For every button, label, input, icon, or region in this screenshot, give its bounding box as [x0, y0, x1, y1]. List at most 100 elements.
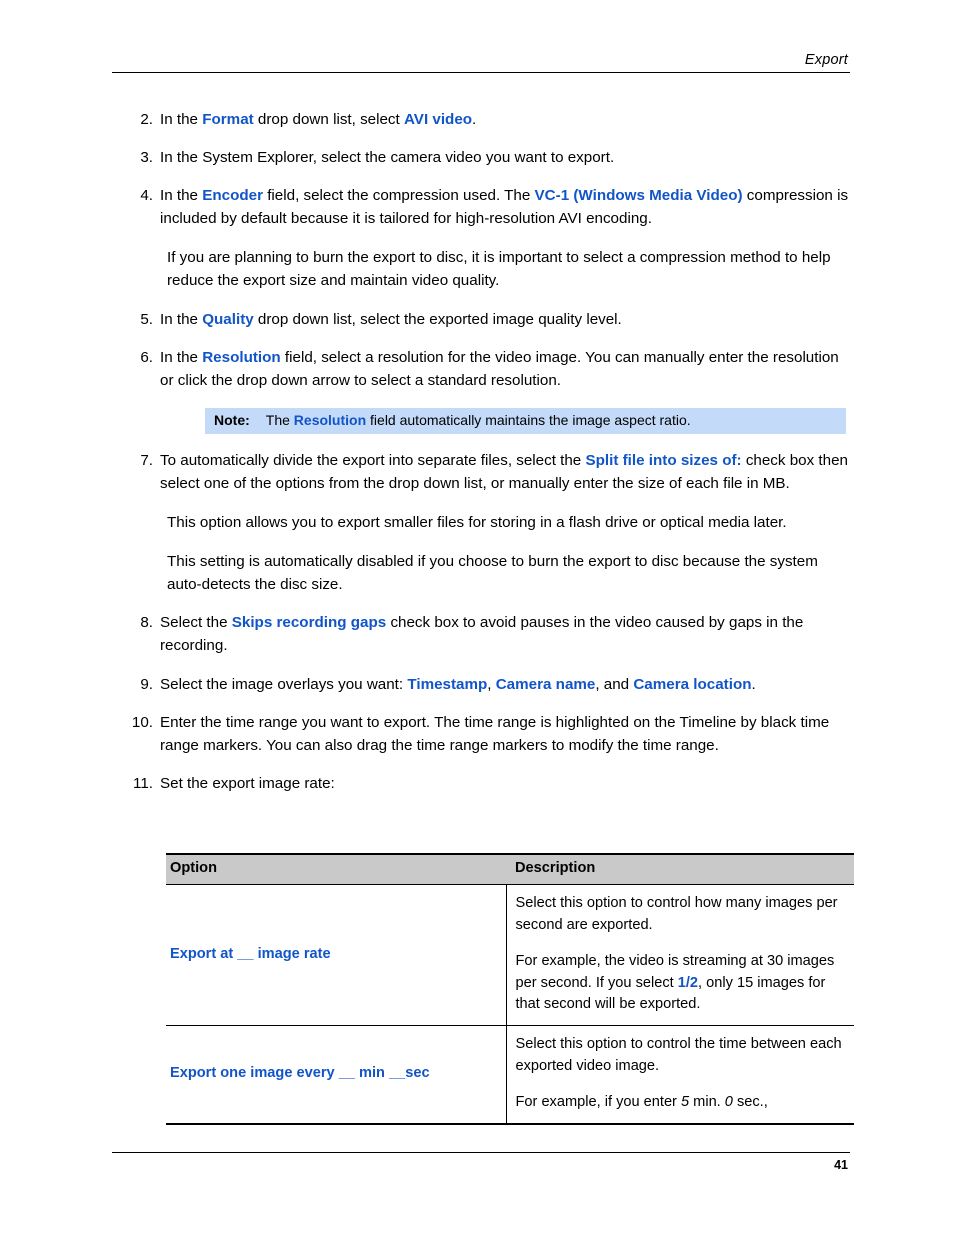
table-body: Export at __ image rate Select this optio…: [166, 884, 854, 1126]
step-number: 2.: [140, 111, 153, 128]
keyword-term: AVI video: [403, 111, 473, 128]
step-number: 7.: [140, 451, 153, 469]
body-text: To automatically divide the export into …: [160, 451, 586, 469]
step-number: 5.: [140, 310, 153, 328]
step-continuation-paragraph: This option allows you to export smaller…: [167, 514, 787, 532]
keyword-term: Encoder: [202, 187, 263, 205]
step-continuation-paragraph: If you are planning to burn the export t…: [167, 249, 831, 290]
body-text: drop down list, select: [253, 111, 404, 128]
step-text: In the Quality drop down list, select th…: [160, 308, 852, 331]
procedure-step: 4. In the Encoder field, select the compr…: [112, 184, 852, 230]
step-body: Select the image overlays you want: Time…: [160, 673, 852, 696]
table-cell-description: Select this option to control how many i…: [505, 884, 854, 1027]
column-header-description: Description: [506, 852, 854, 885]
table-header-row: Option Description: [166, 852, 854, 885]
body-text: The: [265, 411, 294, 428]
step-body: In the Resolution field, select a resolu…: [160, 346, 852, 392]
step-number: 6.: [140, 348, 153, 366]
step-text: To automatically divide the export into …: [160, 449, 852, 495]
step-body: Select the Skips recording gaps check bo…: [160, 611, 852, 657]
procedure-step: 2. In the Format drop down list, select A…: [112, 108, 852, 131]
procedure-step: 11. Set the export image rate:: [112, 772, 852, 795]
step-number: 11.: [133, 774, 153, 792]
procedure-step: 6. In the Resolution field, select a reso…: [112, 346, 852, 392]
table-cell-option: Export at __ image rate: [166, 884, 506, 1027]
step-text: In the Resolution field, select a resolu…: [160, 346, 852, 392]
keyword-term: VC-1 (Windows Media Video): [534, 187, 743, 205]
body-text: Enter the time range you want to export.…: [160, 713, 830, 754]
body-text: ,: [487, 675, 496, 693]
step-text: In the System Explorer, select the camer…: [160, 146, 852, 169]
body-text: For example, if you enter: [515, 1094, 681, 1111]
keyword-term: Resolution: [202, 348, 281, 366]
step-body: Set the export image rate:: [160, 772, 852, 795]
body-text: In the: [160, 187, 203, 205]
body-text: In the: [160, 111, 203, 128]
procedure-step: 10. Enter the time range you want to expo…: [112, 711, 852, 757]
body-text: Select this option to control the time b…: [515, 1036, 842, 1075]
procedure-step: 9. Select the image overlays you want: Ti…: [112, 673, 852, 696]
procedure-step: 8. Select the Skips recording gaps check …: [112, 611, 852, 657]
note-callout: Note: The Resolution field automatically …: [205, 407, 846, 434]
body-text: drop down list, select the exported imag…: [253, 310, 622, 328]
header-divider: [112, 72, 850, 73]
step-text: Select the Skips recording gaps check bo…: [160, 611, 852, 657]
step-body: To automatically divide the export into …: [160, 449, 852, 495]
body-text: In the: [160, 348, 203, 366]
keyword-term: Timestamp: [407, 675, 488, 693]
body-text: Select the image overlays you want:: [160, 675, 408, 693]
step-text: Select the image overlays you want: Time…: [160, 673, 852, 696]
table-header: Option Description: [166, 852, 854, 885]
procedure-step-list: 2. In the Format drop down list, select A…: [112, 108, 852, 795]
body-text: Select this option to control how many i…: [515, 894, 838, 933]
body-text: Set the export image rate:: [160, 774, 335, 792]
step-body: Enter the time range you want to export.…: [160, 711, 852, 757]
note-text: The Resolution field automatically maint…: [266, 410, 846, 431]
body-text: In the System Explorer, select the camer…: [160, 149, 615, 167]
description-paragraph: For example, the video is streaming at 3…: [516, 951, 847, 1017]
step-number: 9.: [140, 675, 153, 693]
body-text: In the: [160, 310, 203, 328]
description-paragraph: Select this option to control how many i…: [516, 893, 847, 937]
table-row: Export one image every __ min __sec Selec…: [166, 1025, 854, 1126]
procedure-step: 3. In the System Explorer, select the cam…: [112, 146, 852, 169]
body-text: field, select the compression used. The: [262, 187, 535, 205]
step-number: 10.: [131, 713, 153, 731]
body-text: .: [751, 675, 756, 693]
emphasis-text: 0: [724, 1094, 733, 1111]
body-text: .: [472, 111, 477, 128]
document-body: 2. In the Format drop down list, select A…: [112, 100, 852, 795]
header-title: Export: [804, 52, 848, 68]
step-text: Set the export image rate:: [160, 772, 852, 795]
table-cell-option: Export one image every __ min __sec: [166, 1025, 506, 1126]
body-text: Select the: [160, 614, 232, 632]
page-running-header: Export: [112, 52, 850, 73]
step-number: 8.: [140, 614, 153, 632]
description-paragraph: Select this option to control the time b…: [516, 1034, 847, 1078]
note-label: Note:: [214, 411, 250, 428]
export-image-rate-options-table: Option Description Export at __ image ra…: [166, 852, 854, 1126]
step-text: Enter the time range you want to export.…: [160, 711, 852, 757]
table-row: Export at __ image rate Select this optio…: [166, 884, 854, 1027]
keyword-term: Quality: [202, 310, 254, 328]
page-number: 41: [834, 1158, 848, 1172]
step-text: In the Format drop down list, select AVI…: [160, 108, 852, 131]
procedure-step: 5. In the Quality drop down list, select …: [112, 308, 852, 331]
keyword-term: Split file into sizes of:: [585, 451, 742, 469]
keyword-term: Resolution: [293, 411, 367, 428]
step-text: In the Encoder field, select the compres…: [160, 184, 852, 230]
step-body: In the Quality drop down list, select th…: [160, 308, 852, 331]
body-text: , and: [595, 675, 634, 693]
emphasis-text: 5: [680, 1094, 690, 1111]
procedure-step: 7. To automatically divide the export int…: [112, 449, 852, 495]
step-continuation-paragraph: This setting is automatically disabled i…: [167, 553, 818, 594]
keyword-term: 1/2: [677, 974, 699, 991]
description-paragraph: For example, if you enter 5 min. 0 sec.,: [516, 1092, 847, 1114]
page-footer: 41: [112, 1152, 850, 1172]
keyword-term: Camera location: [633, 675, 752, 693]
table-cell-description: Select this option to control the time b…: [505, 1025, 854, 1126]
keyword-term: Format: [202, 111, 254, 128]
column-header-option: Option: [166, 852, 506, 885]
keyword-term: Camera name: [495, 675, 596, 693]
step-number: 4.: [140, 187, 153, 205]
